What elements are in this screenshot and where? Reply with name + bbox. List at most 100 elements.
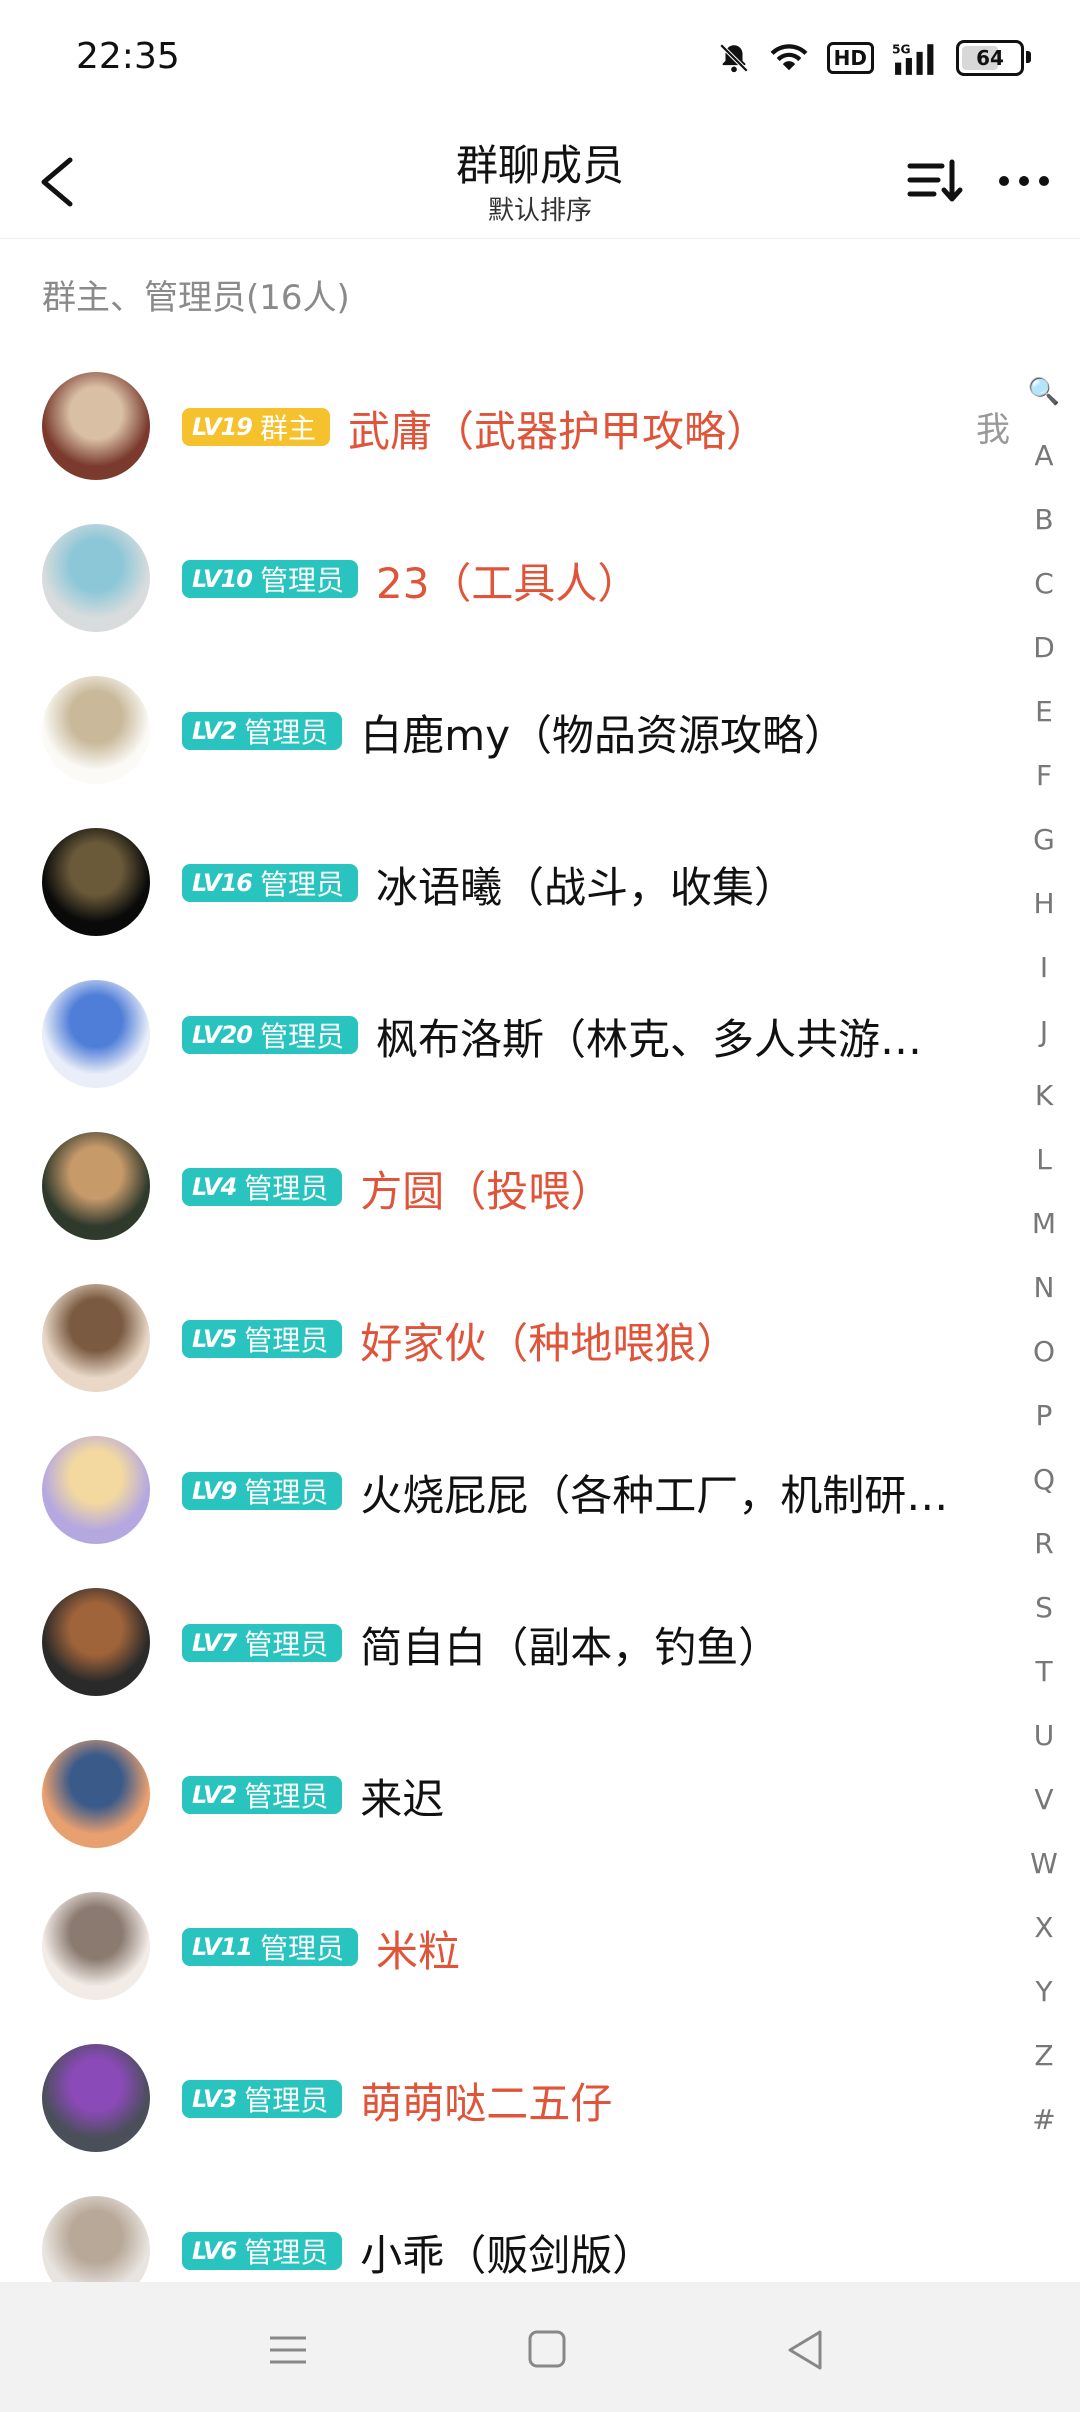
member-avatar[interactable] bbox=[42, 372, 150, 480]
hd-icon: HD bbox=[826, 42, 874, 74]
member-avatar[interactable] bbox=[42, 1132, 150, 1240]
sort-icon bbox=[907, 159, 963, 202]
index-letter[interactable]: S bbox=[1008, 1576, 1080, 1640]
member-role-badge: LV7 管理员 bbox=[182, 1624, 343, 1662]
member-avatar[interactable] bbox=[42, 676, 150, 784]
member-row[interactable]: LV3 管理员 萌萌哒二五仔 bbox=[0, 2022, 1010, 2174]
member-role-badge: LV2 管理员 bbox=[182, 1776, 343, 1814]
member-role: 管理员 bbox=[244, 1780, 329, 1813]
menu-icon bbox=[270, 2336, 306, 2364]
index-letter[interactable]: W bbox=[1008, 1832, 1080, 1896]
member-role-badge: LV19 群主 bbox=[182, 408, 330, 446]
member-row[interactable]: LV4 管理员 方圆（投喂） bbox=[0, 1110, 1010, 1262]
member-avatar[interactable] bbox=[42, 1436, 150, 1544]
signal-5g-icon: 5G bbox=[892, 41, 938, 75]
member-role-badge: LV2 管理员 bbox=[182, 712, 343, 750]
member-name: 简自白（副本，钓鱼） bbox=[360, 1623, 781, 1672]
index-letter[interactable]: G bbox=[1008, 808, 1080, 872]
member-level: LV6 bbox=[192, 2237, 237, 2265]
member-row[interactable]: LV9 管理员 火烧屁屁（各种工厂，机制研… bbox=[0, 1414, 1010, 1566]
member-role-badge: LV9 管理员 bbox=[182, 1472, 343, 1510]
member-row[interactable]: LV11 管理员 米粒 bbox=[0, 1870, 1010, 2022]
member-role: 管理员 bbox=[244, 2084, 329, 2117]
member-level: LV19 bbox=[192, 413, 253, 441]
member-level: LV7 bbox=[192, 1629, 237, 1657]
member-avatar[interactable] bbox=[42, 1284, 150, 1392]
index-letter[interactable]: X bbox=[1008, 1896, 1080, 1960]
member-avatar[interactable] bbox=[42, 524, 150, 632]
index-letter[interactable]: E bbox=[1008, 680, 1080, 744]
member-name: 武庸（武器护甲攻略） bbox=[347, 407, 768, 456]
index-letter[interactable]: K bbox=[1008, 1064, 1080, 1128]
index-letter[interactable]: Z bbox=[1008, 2024, 1080, 2088]
index-letter[interactable]: M bbox=[1008, 1192, 1080, 1256]
member-row[interactable]: LV2 管理员 白鹿my（物品资源攻略） bbox=[0, 654, 1010, 806]
member-avatar[interactable] bbox=[42, 828, 150, 936]
mute-bell-icon bbox=[717, 41, 751, 75]
status-time: 22:35 bbox=[76, 36, 180, 77]
member-name: 萌萌哒二五仔 bbox=[360, 2079, 613, 2128]
member-role: 管理员 bbox=[244, 2236, 329, 2269]
member-name: 23（工具人） bbox=[375, 559, 640, 608]
nav-home-button[interactable] bbox=[517, 2320, 577, 2380]
index-search-icon[interactable]: 🔍 bbox=[1008, 360, 1080, 424]
section-header: 群主、管理员(16人) bbox=[42, 278, 350, 318]
index-letter[interactable]: # bbox=[1008, 2088, 1080, 2152]
member-avatar[interactable] bbox=[42, 2044, 150, 2152]
member-name: 枫布洛斯（林克、多人共游… bbox=[375, 1015, 922, 1064]
member-role: 管理员 bbox=[259, 1932, 344, 1965]
member-role-badge: LV10 管理员 bbox=[182, 560, 358, 598]
member-name: 好家伙（种地喂狼） bbox=[360, 1319, 739, 1368]
battery-level: 64 bbox=[976, 46, 1004, 70]
member-role-badge: LV3 管理员 bbox=[182, 2080, 343, 2118]
nav-back-button[interactable] bbox=[776, 2320, 836, 2380]
member-name: 方圆（投喂） bbox=[360, 1167, 613, 1216]
more-button[interactable] bbox=[990, 150, 1058, 212]
member-avatar[interactable] bbox=[42, 1740, 150, 1848]
sort-button[interactable] bbox=[902, 150, 970, 212]
index-letter[interactable]: R bbox=[1008, 1512, 1080, 1576]
member-name: 来迟 bbox=[360, 1775, 445, 1824]
member-level: LV10 bbox=[192, 565, 253, 593]
nav-menu-button[interactable] bbox=[258, 2320, 318, 2380]
member-row[interactable]: LV7 管理员 简自白（副本，钓鱼） bbox=[0, 1566, 1010, 1718]
index-letter[interactable]: C bbox=[1008, 552, 1080, 616]
member-role-badge: LV20 管理员 bbox=[182, 1016, 358, 1054]
member-row[interactable]: LV20 管理员 枫布洛斯（林克、多人共游… bbox=[0, 958, 1010, 1110]
member-level: LV20 bbox=[192, 1021, 253, 1049]
index-letter[interactable]: U bbox=[1008, 1704, 1080, 1768]
status-icons: HD 5G 64 bbox=[717, 40, 1031, 76]
member-row[interactable]: LV5 管理员 好家伙（种地喂狼） bbox=[0, 1262, 1010, 1414]
more-dots-icon bbox=[999, 176, 1049, 186]
index-letter[interactable]: J bbox=[1008, 1000, 1080, 1064]
index-letter[interactable]: Q bbox=[1008, 1448, 1080, 1512]
index-letter[interactable]: I bbox=[1008, 936, 1080, 1000]
member-level: LV5 bbox=[192, 1325, 237, 1353]
index-letter[interactable]: B bbox=[1008, 488, 1080, 552]
index-letter[interactable]: O bbox=[1008, 1320, 1080, 1384]
member-avatar[interactable] bbox=[42, 1892, 150, 2000]
member-role: 管理员 bbox=[244, 716, 329, 749]
member-level: LV3 bbox=[192, 2085, 237, 2113]
index-letter[interactable]: L bbox=[1008, 1128, 1080, 1192]
member-avatar[interactable] bbox=[42, 1588, 150, 1696]
index-letter[interactable]: N bbox=[1008, 1256, 1080, 1320]
index-letter[interactable]: Y bbox=[1008, 1960, 1080, 2024]
member-role-badge: LV5 管理员 bbox=[182, 1320, 343, 1358]
index-letter[interactable]: P bbox=[1008, 1384, 1080, 1448]
index-letter[interactable]: D bbox=[1008, 616, 1080, 680]
member-role-badge: LV11 管理员 bbox=[182, 1928, 358, 1966]
member-row[interactable]: LV2 管理员 来迟 bbox=[0, 1718, 1010, 1870]
member-row[interactable]: LV10 管理员 23（工具人） bbox=[0, 502, 1010, 654]
home-square-icon bbox=[528, 2330, 566, 2368]
alphabet-index-bar[interactable]: 🔍 A B C D E F G H I J K L M N O P Q R S T U V W X Y Z # bbox=[1008, 360, 1080, 2152]
index-letter[interactable]: T bbox=[1008, 1640, 1080, 1704]
member-avatar[interactable] bbox=[42, 980, 150, 1088]
member-row[interactable]: LV19 群主 武庸（武器护甲攻略） 我 bbox=[0, 350, 1010, 502]
index-letter[interactable]: A bbox=[1008, 424, 1080, 488]
index-letter[interactable]: V bbox=[1008, 1768, 1080, 1832]
member-row[interactable]: LV16 管理员 冰语曦（战斗，收集） bbox=[0, 806, 1010, 958]
member-name: 米粒 bbox=[375, 1927, 460, 1976]
index-letter[interactable]: F bbox=[1008, 744, 1080, 808]
index-letter[interactable]: H bbox=[1008, 872, 1080, 936]
